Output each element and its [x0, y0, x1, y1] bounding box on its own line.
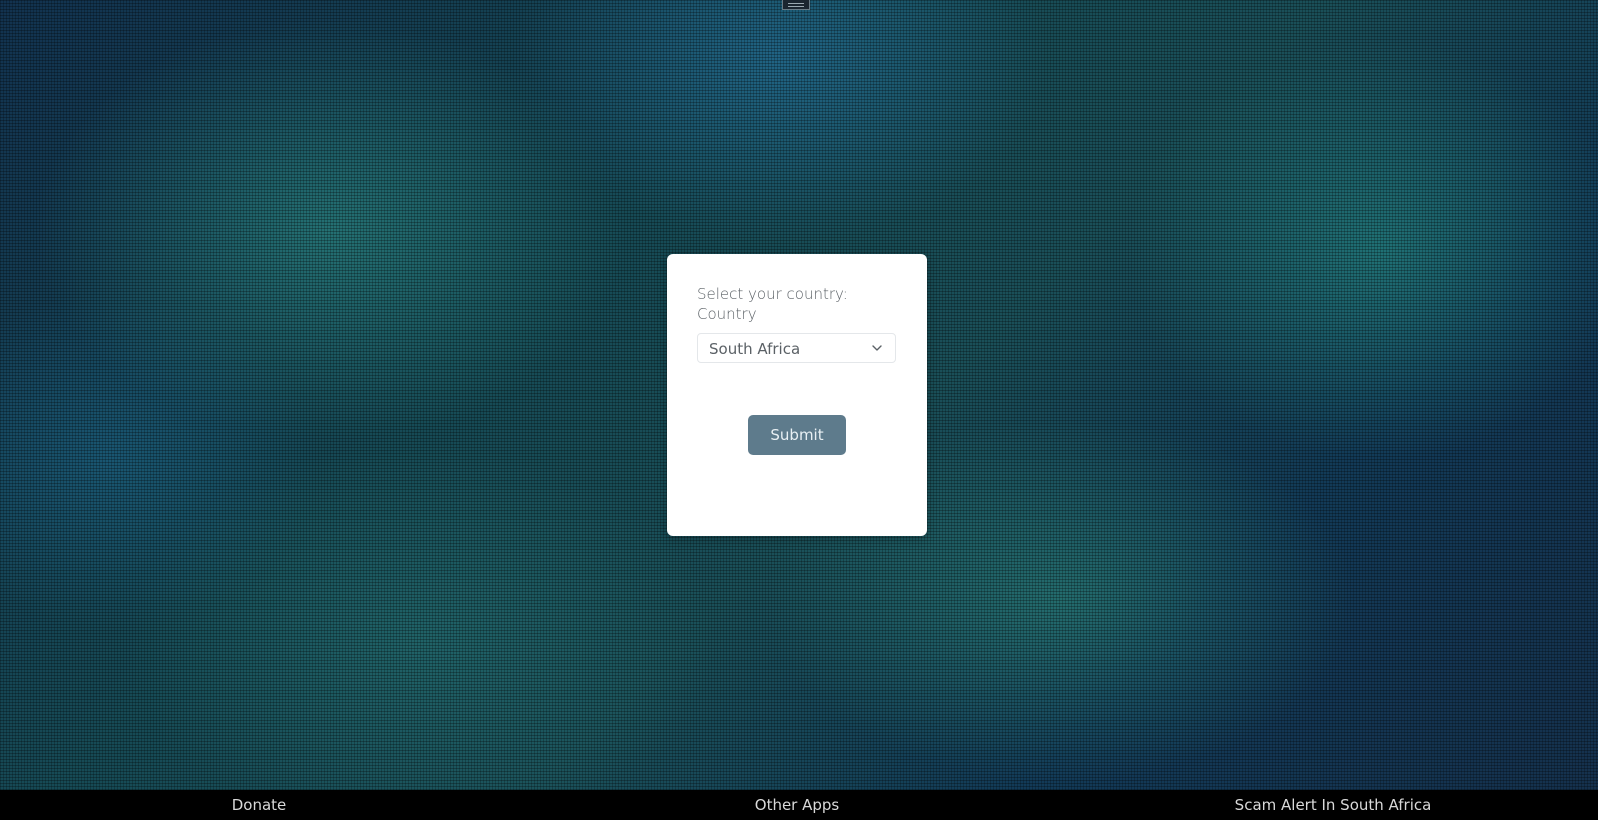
country-form-card: Select your country: Country South Afric… [667, 254, 927, 536]
country-select-value: South Africa [709, 340, 801, 358]
handle-line [788, 6, 804, 7]
footer-link-other-apps[interactable]: Other Apps [755, 796, 839, 814]
footer-link-donate[interactable]: Donate [232, 796, 287, 814]
handle-line [788, 3, 804, 4]
submit-button[interactable]: Submit [748, 415, 846, 455]
footer-link-scam-alert[interactable]: Scam Alert In South Africa [1235, 796, 1432, 814]
drag-handle-icon[interactable] [782, 0, 810, 10]
prompt-label: Select your country: [697, 285, 848, 303]
chevron-down-icon [872, 345, 882, 351]
country-field-label: Country [697, 305, 757, 323]
country-select[interactable]: South Africa [697, 333, 896, 363]
footer-bar: Donate Other Apps Scam Alert In South Af… [0, 790, 1598, 820]
